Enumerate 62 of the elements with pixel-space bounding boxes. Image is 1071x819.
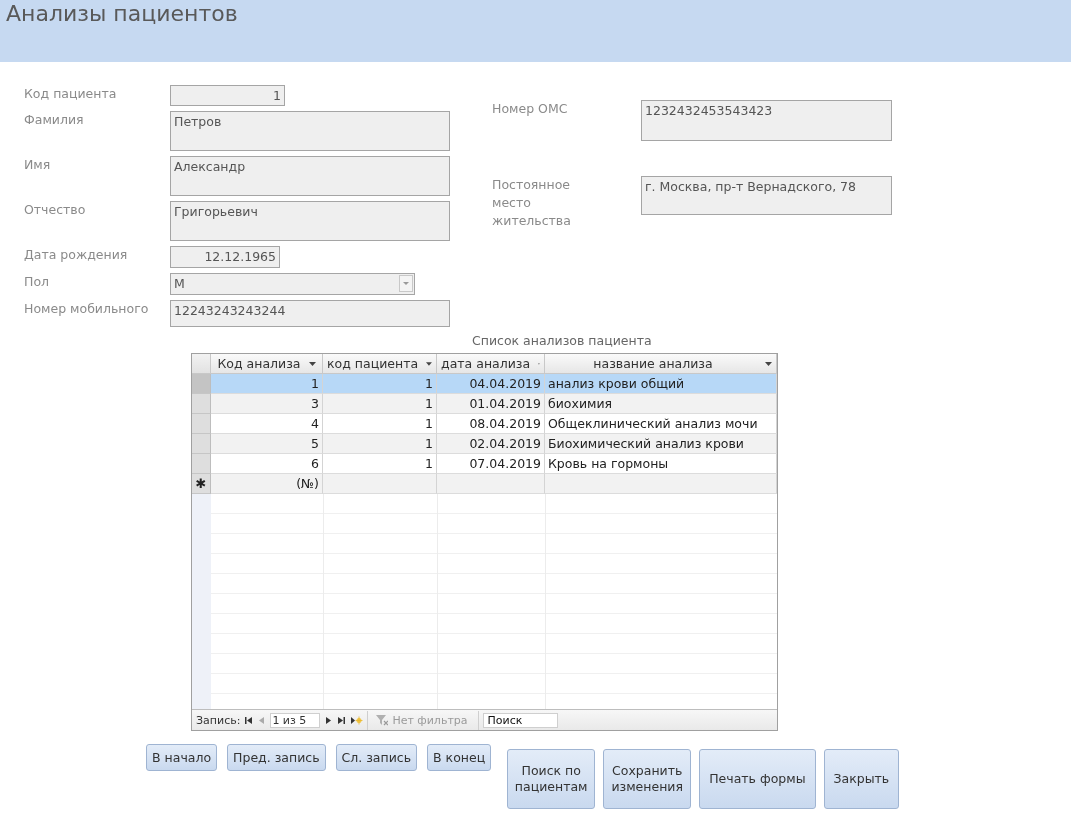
record-position-field[interactable]: 1 из 5 <box>270 712 321 728</box>
table-cell: 1 <box>211 374 323 394</box>
table-cell: (№) <box>211 474 323 494</box>
table-cell: 1 <box>323 394 437 414</box>
form-button[interactable]: Печать формы <box>699 749 816 809</box>
field-label: Фамилия <box>24 111 85 129</box>
filter-icon <box>376 714 389 726</box>
table-cell: 3 <box>211 394 323 414</box>
table-cell: 1 <box>323 374 437 394</box>
first-record-icon[interactable] <box>244 715 254 725</box>
table-cell: 5 <box>211 434 323 454</box>
new-record-icon[interactable] <box>350 715 364 725</box>
form-button[interactable]: Сохранить изменения <box>603 749 692 809</box>
table-cell: 02.04.2019 <box>437 434 545 454</box>
last-record-icon[interactable] <box>337 715 347 725</box>
sort-arrow-icon[interactable] <box>426 361 432 366</box>
form-button[interactable]: Пред. запись <box>227 744 326 771</box>
sort-arrow-icon[interactable] <box>308 361 316 366</box>
select-all-corner[interactable] <box>192 354 211 374</box>
table-cell: 04.04.2019 <box>437 374 545 394</box>
row-selector[interactable] <box>192 394 211 414</box>
new-record-marker: ✱ <box>192 474 211 494</box>
input-field[interactable]: г. Москва, пр-т Вернадского, 78 <box>641 176 892 215</box>
record-label: Запись: <box>196 713 241 727</box>
search-field[interactable]: Поиск <box>482 712 558 728</box>
row-selector[interactable] <box>192 434 211 454</box>
field-label: Постоянное место жительства <box>492 176 572 230</box>
field-label: Код пациента <box>24 85 118 103</box>
field-label: Номер мобильного <box>24 300 150 318</box>
column-header[interactable]: Код анализа <box>211 354 323 374</box>
input-field[interactable]: 1232432453543423 <box>641 100 892 141</box>
table-cell: анализ крови общий <box>545 374 777 394</box>
next-record-icon[interactable] <box>324 715 334 725</box>
form-button[interactable]: В конец <box>427 744 492 771</box>
table-cell: биохимия <box>545 394 777 414</box>
column-header[interactable]: дата анализа <box>437 354 545 374</box>
table-cell: 1 <box>323 434 437 454</box>
form-button[interactable]: В начало <box>146 744 218 771</box>
column-header[interactable]: название анализа <box>545 354 777 374</box>
field-label: Имя <box>24 156 52 174</box>
input-field[interactable]: 1 <box>170 85 285 106</box>
form-button[interactable]: Закрыть <box>823 749 900 809</box>
sort-arrow-icon[interactable] <box>765 361 772 366</box>
field-label: Дата рождения <box>24 246 129 264</box>
form-button[interactable]: Сл. запись <box>335 744 418 771</box>
dropdown-field[interactable]: М <box>170 273 415 295</box>
input-field[interactable]: 12243243243244 <box>170 300 450 327</box>
input-field[interactable]: Александр <box>170 156 450 196</box>
form-title: Анализы пациентов <box>6 0 238 26</box>
table-cell: Биохимический анализ крови <box>545 434 777 454</box>
input-field[interactable]: 12.12.1965 <box>170 246 280 268</box>
field-label: Пол <box>24 273 51 291</box>
row-selector[interactable] <box>192 454 211 474</box>
field-label: Отчество <box>24 201 87 219</box>
column-header[interactable]: код пациента <box>323 354 437 374</box>
field-label: Номер ОМС <box>492 100 569 118</box>
row-selector[interactable] <box>192 414 211 434</box>
subform-caption: Список анализов пациента <box>472 333 652 349</box>
form-button[interactable]: Поиск по пациентам <box>507 749 596 809</box>
input-field[interactable]: Григорьевич <box>170 201 450 241</box>
input-field[interactable]: Петров <box>170 111 450 151</box>
table-cell: 01.04.2019 <box>437 394 545 414</box>
